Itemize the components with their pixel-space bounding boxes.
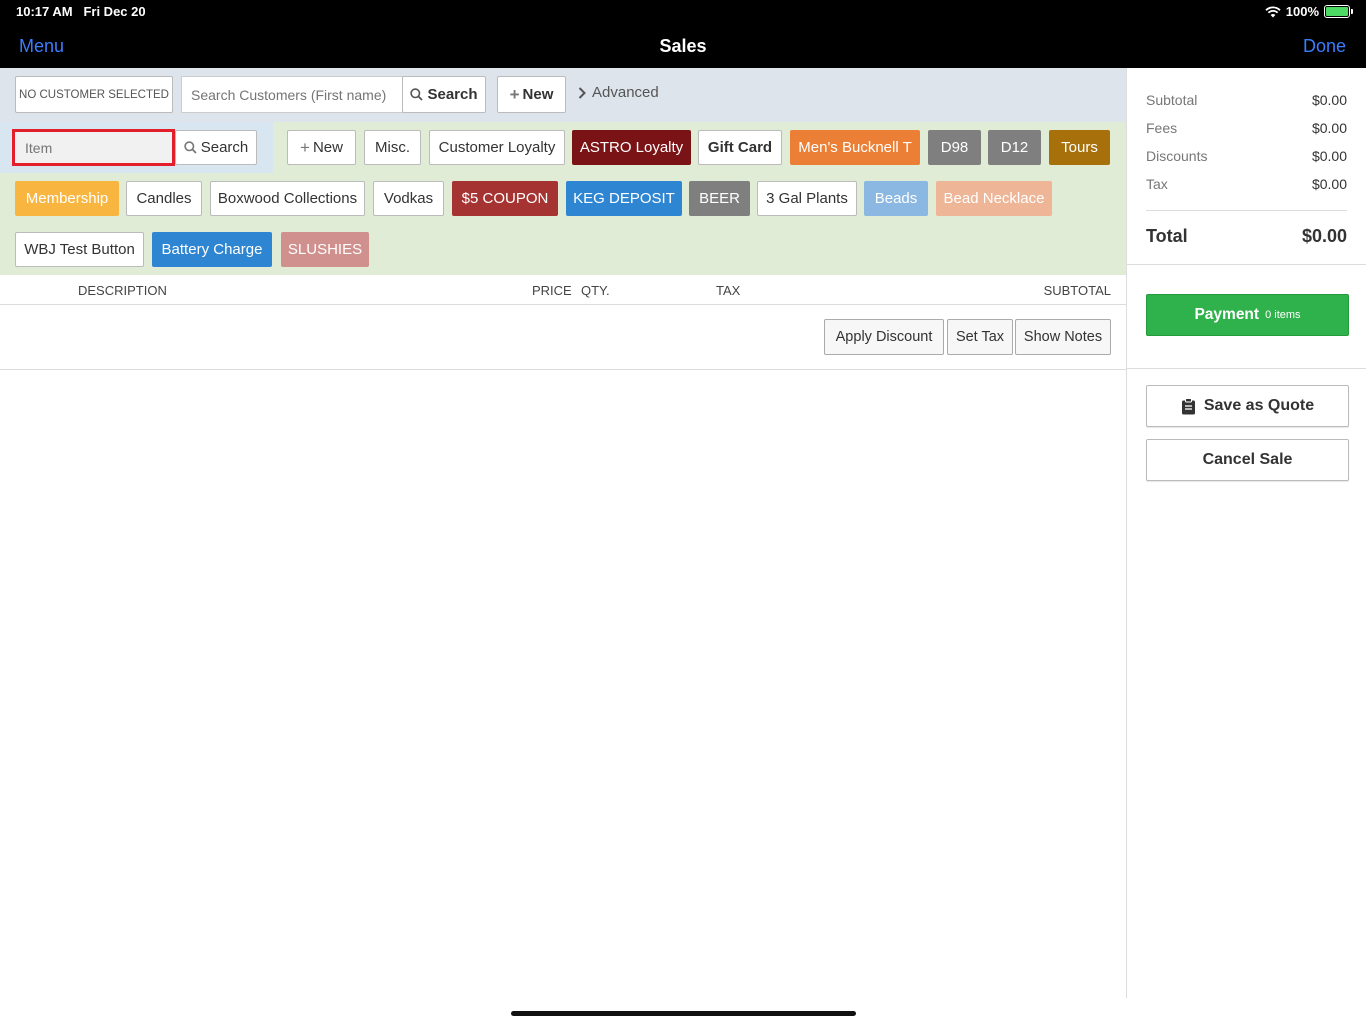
new-customer-button[interactable]: + New xyxy=(497,76,566,113)
quick-button-boxwood-collections[interactable]: Boxwood Collections xyxy=(210,181,365,216)
new-customer-label: New xyxy=(522,86,554,103)
quick-button-3-gal-plants[interactable]: 3 Gal Plants xyxy=(757,181,857,216)
battery-percent: 100% xyxy=(1285,4,1319,19)
item-quick-add-area: Search + New Misc. Customer Loyalty ASTR… xyxy=(0,122,1126,275)
discounts-row: Discounts $0.00 xyxy=(1146,148,1347,164)
fees-label: Fees xyxy=(1146,120,1178,136)
wifi-icon xyxy=(1265,5,1281,17)
quick-button-beer[interactable]: BEER xyxy=(689,181,750,216)
payment-item-count: 0 items xyxy=(1265,309,1301,321)
fees-row: Fees $0.00 xyxy=(1146,120,1347,136)
fees-value: $0.00 xyxy=(1311,120,1347,136)
quick-button-astro-loyalty[interactable]: ASTRO Loyalty xyxy=(572,130,691,165)
save-as-quote-label: Save as Quote xyxy=(1203,397,1315,414)
status-date: Fri Dec 20 xyxy=(83,4,146,19)
new-item-label: New xyxy=(312,139,343,156)
show-notes-button[interactable]: Show Notes xyxy=(1015,319,1111,355)
status-indicators: 100% xyxy=(1265,4,1353,19)
quick-button-beads[interactable]: Beads xyxy=(864,181,928,216)
customer-search-label: Search xyxy=(427,86,478,103)
done-button[interactable]: Done xyxy=(1303,36,1346,57)
quick-button-bead-necklace[interactable]: Bead Necklace xyxy=(936,181,1052,216)
quick-button-5-coupon[interactable]: $5 COUPON xyxy=(452,181,558,216)
set-tax-button[interactable]: Set Tax xyxy=(947,319,1013,355)
total-label: Total xyxy=(1146,226,1188,246)
subtotal-value: $0.00 xyxy=(1311,92,1347,108)
discounts-value: $0.00 xyxy=(1311,148,1347,164)
item-search-box: Search xyxy=(0,122,273,173)
payment-button[interactable]: Payment 0 items xyxy=(1146,294,1349,336)
subtotal-row: Subtotal $0.00 xyxy=(1146,92,1347,108)
cancel-sale-button[interactable]: Cancel Sale xyxy=(1146,439,1349,481)
line-item-actions: Apply Discount Set Tax Show Notes xyxy=(0,305,1126,370)
quick-button-membership[interactable]: Membership xyxy=(15,181,119,216)
battery-icon xyxy=(1324,5,1353,18)
advanced-link[interactable]: Advanced xyxy=(578,84,659,101)
item-input[interactable] xyxy=(12,129,175,166)
total-row: Total $0.00 xyxy=(1146,226,1347,247)
quick-button-gift-card[interactable]: Gift Card xyxy=(698,130,782,165)
col-subtotal: SUBTOTAL xyxy=(1043,283,1111,298)
item-search-label: Search xyxy=(200,139,249,156)
quick-button-d12[interactable]: D12 xyxy=(988,130,1041,165)
quick-button-keg-deposit[interactable]: KEG DEPOSIT xyxy=(566,181,682,216)
quick-button-customer-loyalty[interactable]: Customer Loyalty xyxy=(429,130,565,165)
advanced-label: Advanced xyxy=(592,84,659,101)
col-tax: TAX xyxy=(716,283,741,298)
quick-button-wbj-test[interactable]: WBJ Test Button xyxy=(15,232,144,267)
line-items-header: DESCRIPTION PRICE QTY. TAX SUBTOTAL xyxy=(0,275,1126,305)
quick-button-tours[interactable]: Tours xyxy=(1049,130,1110,165)
search-icon xyxy=(410,88,424,101)
total-divider xyxy=(1127,264,1366,265)
sale-summary-panel: Subtotal $0.00 Fees $0.00 Discounts $0.0… xyxy=(1126,68,1366,998)
quick-button-d98[interactable]: D98 xyxy=(928,130,981,165)
col-description: DESCRIPTION xyxy=(78,283,167,298)
discounts-label: Discounts xyxy=(1146,148,1208,164)
payment-divider xyxy=(1127,368,1366,369)
misc-button[interactable]: Misc. xyxy=(364,130,421,165)
item-search-button[interactable]: Search xyxy=(175,130,257,165)
quick-button-battery-charge[interactable]: Battery Charge xyxy=(152,232,272,267)
search-icon xyxy=(184,141,197,154)
quick-button-vodkas[interactable]: Vodkas xyxy=(373,181,444,216)
customer-bar: NO CUSTOMER SELECTED Search + New Advanc… xyxy=(0,68,1126,122)
tax-row: Tax $0.00 xyxy=(1146,176,1347,192)
new-item-button[interactable]: + New xyxy=(287,130,356,165)
plus-icon: + xyxy=(300,137,310,157)
summary-divider xyxy=(1146,210,1347,211)
status-time: 10:17 AM Fri Dec 20 xyxy=(16,4,146,19)
save-as-quote-button[interactable]: Save as Quote xyxy=(1146,385,1349,427)
clipboard-icon xyxy=(1181,397,1195,414)
col-qty: QTY. xyxy=(581,283,610,298)
chevron-right-icon xyxy=(578,86,586,99)
quick-button-candles[interactable]: Candles xyxy=(126,181,202,216)
tax-value: $0.00 xyxy=(1311,176,1347,192)
top-bar: 10:17 AM Fri Dec 20 100% Menu Sales Done xyxy=(0,0,1366,68)
total-value: $0.00 xyxy=(1301,226,1347,246)
page-title: Sales xyxy=(659,36,707,56)
customer-selected-box[interactable]: NO CUSTOMER SELECTED xyxy=(15,76,173,113)
apply-discount-button[interactable]: Apply Discount xyxy=(824,319,944,355)
quick-button-mens-bucknell-t[interactable]: Men's Bucknell T xyxy=(790,130,920,165)
sales-main: NO CUSTOMER SELECTED Search + New Advanc… xyxy=(0,68,1126,1024)
customer-search-button[interactable]: Search xyxy=(402,76,486,113)
payment-label: Payment xyxy=(1194,306,1260,323)
home-indicator[interactable] xyxy=(511,1011,856,1016)
col-price: PRICE xyxy=(532,283,572,298)
quick-button-slushies[interactable]: SLUSHIES xyxy=(281,232,369,267)
plus-icon: + xyxy=(509,84,520,104)
status-clock: 10:17 AM xyxy=(16,4,73,19)
subtotal-label: Subtotal xyxy=(1146,92,1198,108)
customer-search-input[interactable] xyxy=(181,76,403,113)
tax-label: Tax xyxy=(1146,176,1168,192)
